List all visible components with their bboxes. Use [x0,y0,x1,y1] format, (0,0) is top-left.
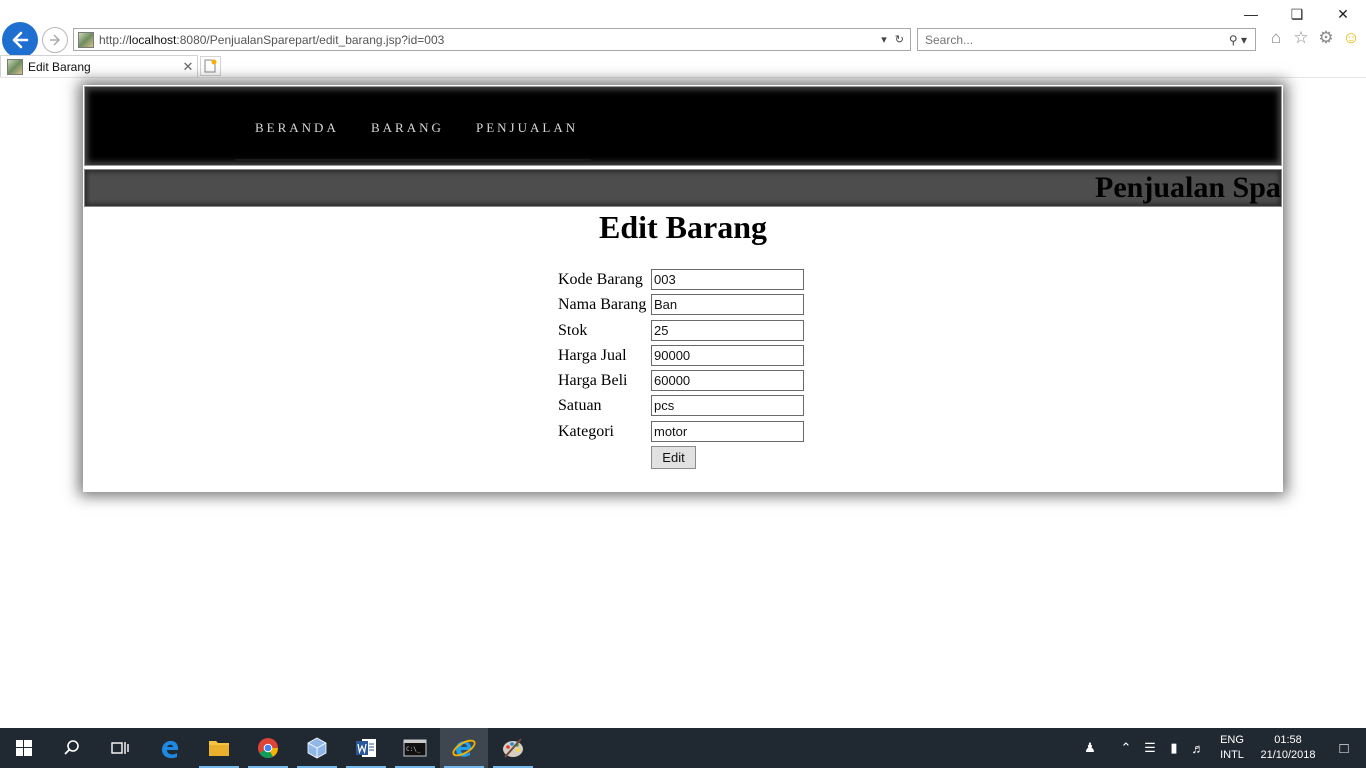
page-favicon-icon [78,31,94,48]
people-icon[interactable]: ♟ [1078,740,1102,756]
top-navigation: BERANDA BARANG PENJUALAN [84,86,1282,166]
taskbar-virtualbox-app[interactable] [293,728,341,768]
kategori-label: Kategori [558,422,614,440]
search-input[interactable] [925,32,1229,47]
feedback-smiley-icon[interactable]: ☺ [1341,28,1361,48]
taskbar-paint-app[interactable] [489,728,537,768]
system-tray: ♟ ⌃ ☰ ▮ ♬ ENG INTL 01:58 21/10/2018 □ [1078,728,1366,768]
dropdown-arrow-icon[interactable]: ▾ [881,33,887,46]
nav-item-barang[interactable]: BARANG [371,120,444,136]
clock-time: 01:58 [1274,734,1302,746]
wifi-icon[interactable]: ☰ [1138,740,1162,756]
tab-close-icon[interactable]: ✕ [179,59,197,75]
forward-arrow-icon [50,34,61,46]
language-indicator[interactable]: ENG INTL [1214,733,1250,763]
nav-underline [235,159,591,162]
satuan-input[interactable] [651,395,804,417]
nav-item-beranda[interactable]: BERANDA [255,120,339,136]
edge-icon [162,740,179,759]
cube-icon [307,737,327,759]
address-bar[interactable]: http://localhost:8080/PenjualanSparepart… [73,28,911,51]
search-box[interactable]: ⚲ ▾ [917,28,1256,51]
volume-icon[interactable]: ♬ [1186,741,1210,756]
chrome-separator [0,77,1366,78]
notifications-icon[interactable]: □ [1322,740,1366,757]
taskbar-edge-app[interactable] [146,728,194,768]
new-tab-icon [204,59,217,73]
search-icon[interactable]: ⚲ ▾ [1229,33,1255,47]
taskbar: C:\_ ♟ ⌃ ☰ ▮ ♬ ENG INTL 01:58 21/10/2018 [0,728,1366,768]
stok-label: Stok [558,321,588,339]
edit-submit-button[interactable]: Edit [651,446,696,469]
nav-item-penjualan[interactable]: PENJUALAN [476,120,578,136]
page-container: BERANDA BARANG PENJUALAN Penjualan Spare… [83,85,1283,492]
clock[interactable]: 01:58 21/10/2018 [1254,733,1322,763]
show-hidden-icons-icon[interactable]: ⌃ [1114,740,1138,756]
kategori-input[interactable] [651,420,804,442]
back-button[interactable] [2,22,38,58]
harga-jual-input[interactable] [651,344,804,366]
svg-text:C:\_: C:\_ [406,746,421,753]
tab-row: Edit Barang ✕ [0,55,1366,77]
task-view-icon [111,742,129,754]
address-bar-row: http://localhost:8080/PenjualanSparepart… [0,22,1366,58]
kode-barang-label: Kode Barang [558,271,643,288]
tab-favicon-icon [7,58,23,75]
banner-text: Penjualan Sparepart [1095,171,1281,204]
paint-palette-icon [503,738,523,758]
task-view-button[interactable] [96,728,144,768]
harga-beli-input[interactable] [651,370,804,392]
language-code: ENG [1220,734,1244,746]
windows-logo-icon [16,740,32,756]
taskbar-search-button[interactable] [48,728,96,768]
url-text[interactable]: http://localhost:8080/PenjualanSparepart… [99,33,881,47]
internet-explorer-icon [452,739,476,757]
command-prompt-icon: C:\_ [403,739,427,757]
back-arrow-icon [12,31,29,49]
forward-button[interactable] [42,27,68,53]
harga-beli-label: Harga Beli [558,372,628,390]
taskbar-file-explorer-app[interactable] [195,728,243,768]
stok-input[interactable] [651,319,804,341]
search-icon [64,740,79,755]
kode-barang-input[interactable] [651,269,804,290]
start-button[interactable] [0,728,48,768]
favorites-star-icon[interactable]: ☆ [1291,28,1311,48]
taskbar-ie-app[interactable] [440,728,488,768]
marquee-banner: Penjualan Sparepart [84,169,1282,207]
taskbar-word-app[interactable] [342,728,390,768]
word-icon [356,739,376,757]
clock-date: 21/10/2018 [1260,749,1316,761]
new-tab-button[interactable] [200,56,221,76]
harga-jual-label: Harga Jual [558,346,627,364]
settings-gear-icon[interactable]: ⚙ [1316,28,1336,48]
tab-edit-barang[interactable]: Edit Barang ✕ [0,55,198,77]
page-title: Edit Barang [598,209,768,245]
nama-barang-label: Nama Barang [558,296,647,314]
tab-label: Edit Barang [28,59,91,74]
taskbar-cmd-app[interactable]: C:\_ [391,728,439,768]
home-icon[interactable]: ⌂ [1266,28,1286,48]
folder-icon [209,741,229,756]
taskbar-chrome-app[interactable] [244,728,292,768]
battery-icon[interactable]: ▮ [1162,740,1186,756]
refresh-icon[interactable]: ↻ [895,33,904,46]
keyboard-layout: INTL [1220,749,1244,761]
nama-barang-input[interactable] [651,294,804,316]
satuan-label: Satuan [558,397,602,415]
chrome-icon [258,738,279,759]
